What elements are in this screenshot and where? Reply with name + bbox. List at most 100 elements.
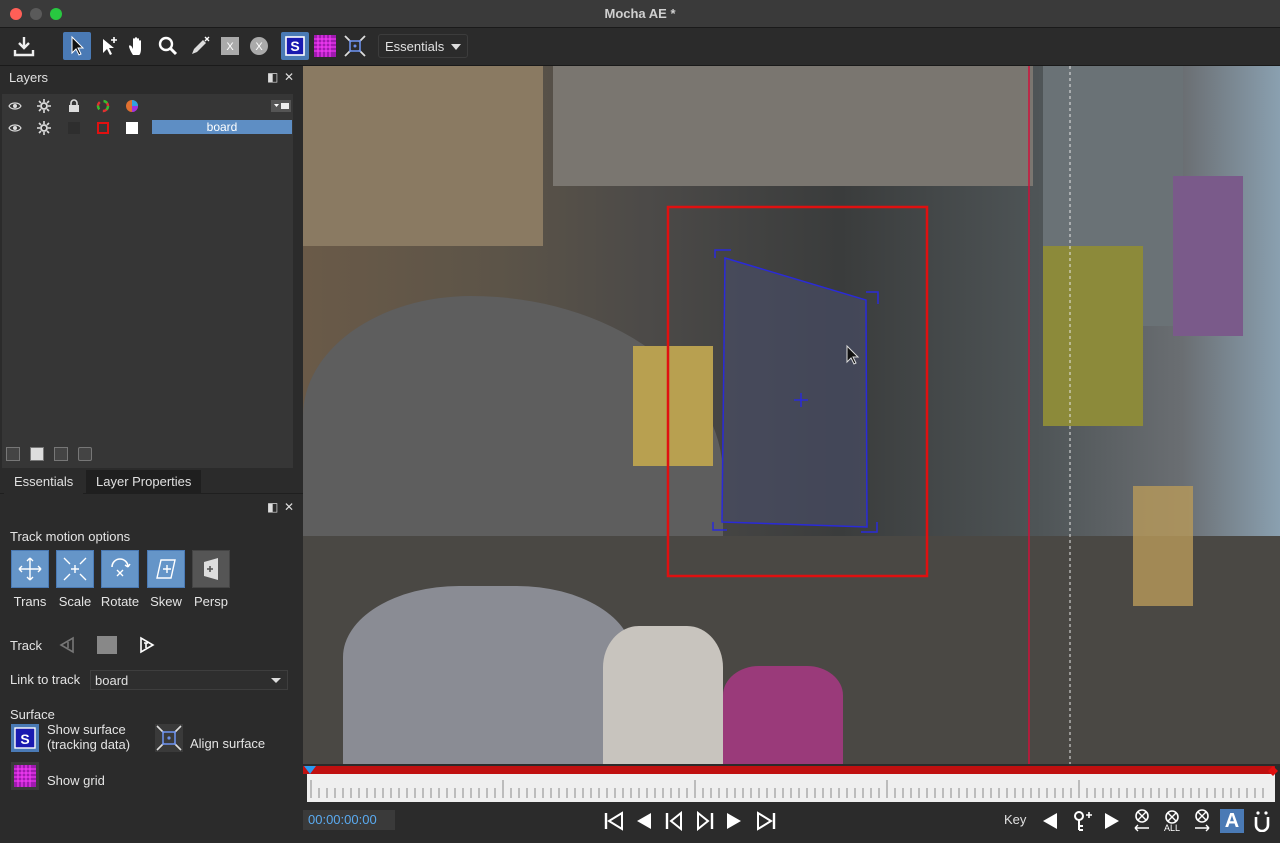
gear-icon[interactable] [37,99,51,113]
align-surface-label[interactable]: Align surface [190,736,265,751]
trans-button[interactable] [11,550,49,588]
add-point-icon[interactable] [95,32,123,60]
timeline-ruler[interactable] [307,774,1275,802]
transport-bar: 00:00:00:00 Key ALL A [0,804,1280,843]
tab-essentials[interactable]: Essentials [4,470,84,494]
go-to-end-icon[interactable] [754,809,778,833]
trans-label: Trans [13,594,47,609]
eye-icon[interactable] [8,121,22,135]
auto-key-button[interactable]: A [1220,809,1244,833]
show-grid-icon[interactable] [10,761,40,794]
scale-label: Scale [58,594,92,609]
align-icon[interactable] [341,32,369,60]
key-label: Key [1004,812,1027,827]
rotate-button[interactable] [101,550,139,588]
gear-icon[interactable] [37,121,51,135]
delete-keys-right-icon[interactable] [1190,809,1214,833]
show-surface-line1: Show surface [47,722,126,737]
delete-all-keys-icon[interactable]: ALL [1160,809,1184,833]
add-keyframe-icon[interactable] [1070,809,1094,833]
layers-footer [0,444,303,466]
chevron-down-icon [271,678,281,683]
layer-options-icon[interactable] [270,99,292,113]
track-motion-title: Track motion options [10,529,131,544]
stop-tracking-icon[interactable] [97,636,117,654]
link-to-track-value: board [95,673,129,688]
timecode-field[interactable]: 00:00:00:00 [303,810,395,830]
hand-icon[interactable] [124,32,152,60]
workspace-select[interactable]: Essentials [378,34,468,58]
next-keyframe-icon[interactable] [1100,809,1124,833]
step-backwards-icon[interactable] [662,809,686,833]
matte-swatch[interactable] [125,121,139,135]
prev-keyframe-icon[interactable] [1038,809,1062,833]
persp-button[interactable] [192,550,230,588]
select-icon[interactable] [63,32,91,60]
align-surface-icon[interactable] [154,723,184,756]
layers-title: Layers [9,70,49,85]
link-to-track-label: Link to track [10,672,81,687]
svg-text:S: S [20,731,29,747]
surface-icon[interactable]: S [281,32,309,60]
link-to-track-select[interactable]: board [90,670,288,690]
new-layer-icon[interactable] [30,447,44,461]
update-keys-icon[interactable] [1250,809,1274,833]
lock-toggle[interactable] [67,121,81,135]
eye-icon[interactable] [8,99,22,113]
pen-icon[interactable] [186,32,214,60]
layer-row[interactable]: board [2,118,293,138]
workspace-value: Essentials [385,39,445,54]
show-surface-line2: (tracking data) [47,737,131,752]
all-label: ALL [1163,822,1180,833]
b-spline-icon[interactable]: X [245,32,273,60]
surface-shape [721,256,868,528]
step-forwards-icon[interactable] [693,809,717,833]
skew-button[interactable] [147,550,185,588]
tracking-overlay [666,66,1071,764]
chevron-down-icon [451,44,461,50]
delete-keys-left-icon[interactable] [1130,809,1154,833]
save-icon[interactable] [10,32,38,60]
svg-text:X: X [226,41,234,53]
grid-icon[interactable] [311,32,339,60]
surface-title: Surface [10,707,55,722]
out-point-icon[interactable] [1267,764,1279,778]
playhead-icon[interactable] [303,764,317,778]
trash-icon[interactable] [78,447,92,461]
close-pane-icon[interactable]: ✕ [284,70,294,84]
float-pane-icon[interactable]: ◧ [267,500,278,514]
tab-layer-properties[interactable]: Layer Properties [86,470,202,494]
title-bar: Mocha AE * [0,0,1280,28]
track-forwards-icon[interactable] [138,636,156,657]
skew-label: Skew [150,594,182,609]
layers-scrollbar[interactable] [293,94,301,468]
show-surface-icon[interactable]: S [10,723,40,756]
timeline[interactable] [303,764,1280,804]
color-wheel-icon[interactable] [96,99,110,113]
layers-list: board [2,94,293,468]
toolbar: X X S Essentials [0,28,1280,66]
new-folder-icon[interactable] [6,447,20,461]
matte-color-icon[interactable] [125,99,139,113]
svg-text:S: S [290,38,299,54]
layer-name[interactable]: board [152,120,292,134]
timeline-in-out-bar[interactable] [303,766,1275,774]
play-backwards-icon[interactable] [632,809,656,833]
close-pane-icon[interactable]: ✕ [284,500,294,514]
x-spline-icon[interactable]: X [216,32,244,60]
duplicate-layer-icon[interactable] [54,447,68,461]
scale-button[interactable] [56,550,94,588]
svg-text:X: X [255,41,263,53]
layers-column-header [2,96,293,116]
layer-color-swatch[interactable] [96,121,110,135]
show-grid-label[interactable]: Show grid [47,773,105,788]
lock-icon[interactable] [67,99,81,113]
show-surface-label[interactable]: Show surface (tracking data) [47,722,130,752]
viewer-canvas[interactable] [303,66,1280,764]
zoom-icon[interactable] [154,32,182,60]
go-to-start-icon[interactable] [602,809,626,833]
rotate-label: Rotate [100,594,140,609]
play-forwards-icon[interactable] [722,809,746,833]
track-backwards-icon[interactable] [58,636,76,657]
float-pane-icon[interactable]: ◧ [267,70,278,84]
